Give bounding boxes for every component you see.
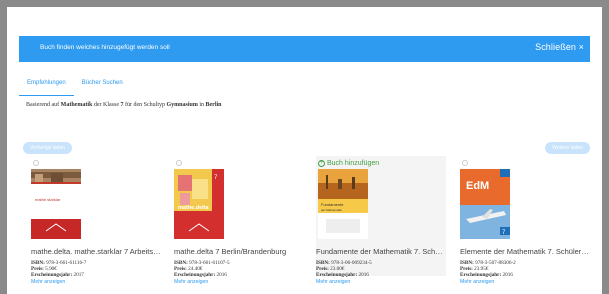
book-title: mathe.delta 7 Berlin/Brandenburg — [174, 247, 287, 256]
isbn-value: 978-3-507-88306-2 — [475, 260, 516, 266]
book-meta: ISBN: 978-3-661-61107-5 Preis: 24.40€ Er… — [174, 260, 230, 285]
tab-bar: Empfehlungen Bücher Suchen — [19, 78, 131, 96]
book-meta: ISBN: 978-3-661-61116-7 Preis: 5.90€ Ers… — [31, 260, 87, 285]
load-previous-button[interactable]: Vorherige laden — [23, 142, 73, 154]
book-cover: mathe.starklar — [31, 169, 81, 239]
select-radio[interactable] — [176, 160, 182, 166]
modal-dialog: Buch finden welches hinzugefügt werden s… — [7, 7, 602, 294]
book-title: Fundamente der Mathematik 7. Schülerbuch — [316, 247, 446, 256]
year-value: 2016 — [358, 272, 369, 279]
tab-recommendations[interactable]: Empfehlungen — [19, 78, 74, 96]
book-cover: Fundamente der Mathematik — [318, 169, 368, 239]
book-cover: EdM 7 — [460, 169, 510, 239]
cover-image: Fundamente der Mathematik — [318, 169, 368, 239]
show-more-link[interactable]: Mehr anzeigen — [31, 279, 86, 285]
cover-image: mathe.starklar — [31, 169, 81, 239]
cover-image: EdM 7 — [460, 169, 510, 239]
state-value: Berlin — [205, 102, 222, 108]
cover-image: 7 mathe.delta — [174, 169, 224, 239]
plus-circle-icon: + — [318, 160, 325, 167]
svg-text:mathe.delta: mathe.delta — [178, 205, 210, 211]
grade-value: 7 — [120, 102, 124, 108]
book-card[interactable]: mathe.starklar mathe.delta. mathe.starkl… — [31, 156, 161, 285]
price-value: 5.90€ — [45, 266, 57, 273]
book-card-hovered[interactable]: + Buch hinzufügen Fundamente der Mathema… — [316, 156, 446, 285]
book-title: Elemente der Mathematik 7. Schülerbuch — [460, 247, 590, 256]
select-radio[interactable] — [462, 160, 468, 166]
svg-text:der Mathematik: der Mathematik — [321, 208, 342, 212]
show-more-link[interactable]: Mehr anzeigen — [316, 279, 372, 285]
select-radio[interactable] — [33, 160, 39, 166]
modal-header: Buch finden welches hinzugefügt werden s… — [19, 36, 590, 62]
isbn-value: 978-3-06-009234-5 — [331, 260, 372, 266]
book-card[interactable]: EdM 7 Elemente der Mathematik 7. Schüler… — [460, 156, 590, 285]
tab-search-books[interactable]: Bücher Suchen — [74, 78, 131, 96]
book-meta: ISBN: 978-3-507-88306-2 Preis: 23.95€ Er… — [460, 260, 516, 285]
book-meta: ISBN: 978-3-06-009234-5 Preis: 23.00€ Er… — [316, 260, 372, 285]
school-type-value: Gymnasium — [166, 102, 198, 108]
show-more-link[interactable]: Mehr anzeigen — [174, 279, 230, 285]
book-card[interactable]: 7 mathe.delta mathe.delta 7 Berlin/Brand… — [174, 156, 304, 285]
book-cover: 7 mathe.delta — [174, 169, 224, 239]
recommendation-basis: Basierend auf Mathematik der Klasse 7 fü… — [26, 102, 222, 108]
isbn-value: 978-3-661-61107-5 — [189, 260, 230, 266]
isbn-value: 978-3-661-61116-7 — [46, 260, 87, 266]
price-value: 23.95€ — [474, 266, 489, 273]
add-book-button[interactable]: + Buch hinzufügen — [318, 160, 379, 167]
close-button[interactable]: Schließen × — [535, 42, 584, 52]
modal-title: Buch finden welches hinzugefügt werden s… — [40, 44, 170, 51]
book-title: mathe.delta. mathe.starklar 7 Arbeitshef… — [31, 247, 161, 256]
svg-text:Fundamente: Fundamente — [321, 202, 344, 207]
subject-value: Mathematik — [60, 102, 93, 108]
load-more-button[interactable]: Weitere laden — [545, 142, 590, 154]
year-value: 2016 — [502, 272, 513, 279]
year-value: 2016 — [216, 272, 227, 279]
svg-text:mathe.starklar: mathe.starklar — [35, 197, 61, 202]
price-value: 24.40€ — [188, 266, 203, 273]
svg-text:EdM: EdM — [466, 180, 489, 192]
price-value: 23.00€ — [330, 266, 345, 273]
year-value: 2017 — [73, 272, 84, 279]
show-more-link[interactable]: Mehr anzeigen — [460, 279, 516, 285]
